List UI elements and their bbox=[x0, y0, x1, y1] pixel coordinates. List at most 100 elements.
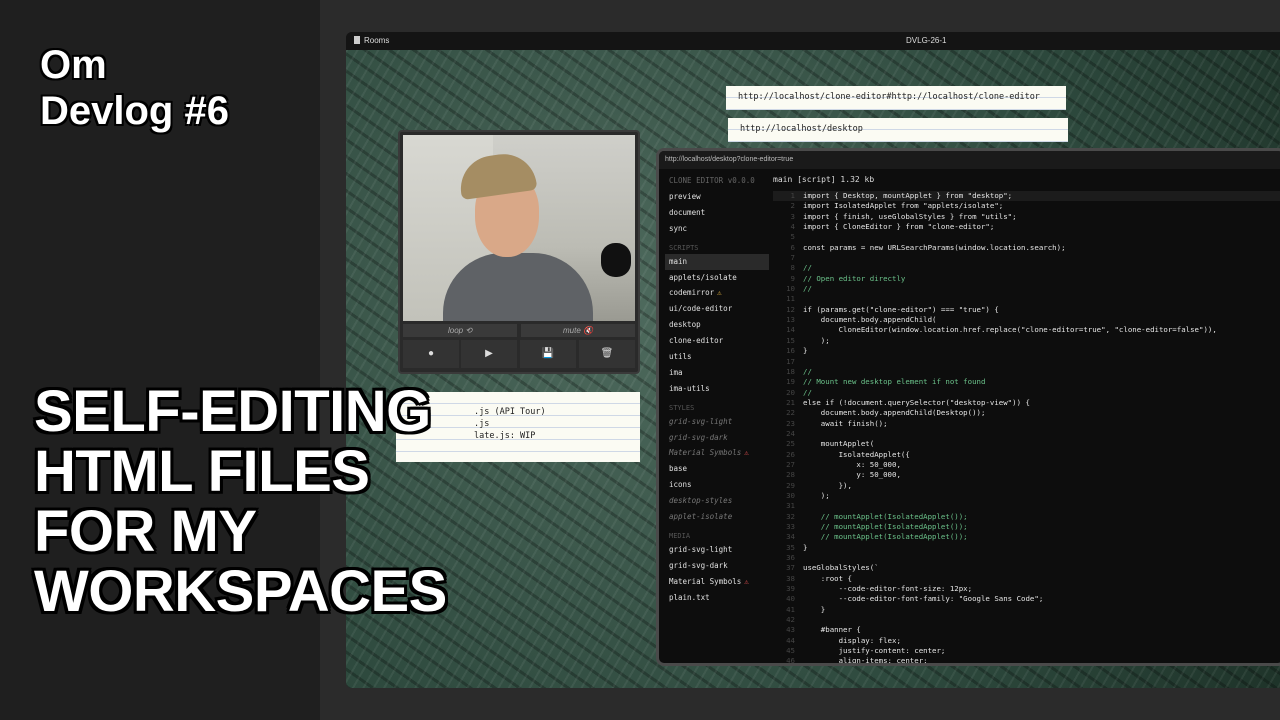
code-line[interactable]: 6 const params = new URLSearchParams(wind… bbox=[773, 243, 1280, 253]
editor-sidebar: CLONE EDITOR v0.0.0 preview document sync S… bbox=[665, 173, 769, 663]
sidebar-item[interactable]: grid-svg-dark bbox=[665, 430, 769, 446]
code-line[interactable]: 8 // bbox=[773, 263, 1280, 273]
sidebar-item[interactable]: ima-utils bbox=[665, 381, 769, 397]
record-button[interactable]: ● bbox=[403, 340, 459, 368]
sidebar-item[interactable]: grid-svg-light bbox=[665, 414, 769, 430]
sidebar-item[interactable]: plain.txt bbox=[665, 590, 769, 606]
sidebar-item-label: grid-svg-dark bbox=[669, 560, 728, 570]
code-line[interactable]: 35} bbox=[773, 543, 1280, 553]
sidebar-item[interactable]: main bbox=[665, 253, 769, 270]
code-line[interactable]: 7 bbox=[773, 253, 1280, 263]
video-recorder-applet[interactable]: loop ⟲ mute 🔇 ● ▶ 💾 🗑 bbox=[398, 130, 640, 374]
sidebar-item[interactable]: utils bbox=[665, 349, 769, 365]
code-line[interactable]: 19 // Mount new desktop element if not fo… bbox=[773, 377, 1280, 387]
code-line[interactable]: 9 // Open editor directly bbox=[773, 274, 1280, 284]
code-line[interactable]: 4 import { CloneEditor } from "clone-edit… bbox=[773, 222, 1280, 232]
sidebar-item[interactable]: Material Symbols ⚠ bbox=[665, 574, 769, 590]
sidebar-item[interactable]: desktop-styles bbox=[665, 493, 769, 509]
code-line[interactable]: 45 justify-content: center; bbox=[773, 646, 1280, 656]
sidebar-item[interactable]: applets/isolate bbox=[665, 270, 769, 286]
code-line[interactable]: 11 bbox=[773, 294, 1280, 304]
line-number: 9 bbox=[790, 273, 795, 283]
code-line[interactable]: 3 import { finish, useGlobalStyles } from… bbox=[773, 212, 1280, 222]
code-line[interactable]: 15 ); bbox=[773, 336, 1280, 346]
sidebar-item[interactable]: applet-isolate bbox=[665, 509, 769, 525]
sidebar-item-label: ima-utils bbox=[669, 383, 710, 393]
code-line[interactable]: 39 --code-editor-font-size: 12px; bbox=[773, 584, 1280, 594]
rooms-menu[interactable]: Rooms bbox=[354, 32, 389, 50]
sidebar-item[interactable]: ui/code-editor bbox=[665, 301, 769, 317]
code-line[interactable]: 25 mountApplet( bbox=[773, 439, 1280, 449]
series-title-line: Om bbox=[40, 43, 107, 87]
sidebar-item[interactable]: preview bbox=[665, 189, 769, 205]
loop-toggle[interactable]: loop ⟲ bbox=[403, 324, 517, 337]
window-title: DVLG-26-1 bbox=[906, 36, 947, 45]
code-line[interactable]: 17 bbox=[773, 357, 1280, 367]
code-line[interactable]: 27 x: 50_000, bbox=[773, 460, 1280, 470]
code-line[interactable]: 22 document.body.appendChild(Desktop()); bbox=[773, 408, 1280, 418]
sidebar-section-scripts: SCRIPTS bbox=[669, 243, 699, 252]
url-note[interactable]: http://localhost/clone-editor#http://loc… bbox=[726, 86, 1066, 110]
code-line[interactable]: 33 // mountApplet(IsolatedApplet()); bbox=[773, 522, 1280, 532]
code-line[interactable]: 21 else if (!document.querySelector("desk… bbox=[773, 398, 1280, 408]
play-icon: ▶ bbox=[485, 348, 493, 359]
line-number: 7 bbox=[790, 253, 795, 263]
code-line[interactable]: 28 y: 50_000, bbox=[773, 470, 1280, 480]
delete-button[interactable]: 🗑 bbox=[579, 340, 635, 368]
code-line[interactable]: 20 // bbox=[773, 388, 1280, 398]
code-text: // bbox=[803, 387, 812, 397]
code-line[interactable]: 34 // mountApplet(IsolatedApplet()); bbox=[773, 532, 1280, 542]
sidebar-item[interactable]: ima bbox=[665, 365, 769, 381]
code-text: ); bbox=[803, 490, 830, 500]
code-line[interactable]: 23 await finish(); bbox=[773, 419, 1280, 429]
sidebar-item[interactable]: sync bbox=[665, 221, 769, 237]
line-number: 16 bbox=[786, 346, 795, 356]
code-line[interactable]: 44 display: flex; bbox=[773, 636, 1280, 646]
code-line[interactable]: 46 align-items: center; bbox=[773, 656, 1280, 663]
sidebar-item[interactable]: document bbox=[665, 205, 769, 221]
code-line[interactable]: 42 bbox=[773, 615, 1280, 625]
code-text: const params = new URLSearchParams(windo… bbox=[803, 242, 1066, 252]
code-line[interactable]: 38 :root { bbox=[773, 574, 1280, 584]
code-line[interactable]: 16} bbox=[773, 346, 1280, 356]
code-line[interactable]: 31 bbox=[773, 501, 1280, 511]
code-line[interactable]: 10 // bbox=[773, 284, 1280, 294]
code-line[interactable]: 24 bbox=[773, 429, 1280, 439]
line-number: 14 bbox=[786, 325, 795, 335]
code-line[interactable]: 1 import { Desktop, mountApplet } from "d… bbox=[773, 191, 1280, 202]
code-line[interactable]: 32 // mountApplet(IsolatedApplet()); bbox=[773, 512, 1280, 522]
url-note[interactable]: http://localhost/desktop bbox=[728, 118, 1068, 142]
sidebar-item[interactable]: clone-editor bbox=[665, 333, 769, 349]
line-number: 21 bbox=[786, 397, 795, 407]
code-editor[interactable]: 1 import { Desktop, mountApplet } from "d… bbox=[773, 191, 1280, 663]
code-line[interactable]: 37 useGlobalStyles(` bbox=[773, 563, 1280, 573]
code-line[interactable]: 40 --code-editor-font-family: "Google Sa… bbox=[773, 594, 1280, 604]
sidebar-item[interactable]: desktop bbox=[665, 317, 769, 333]
sidebar-item[interactable]: codemirror ⚠ bbox=[665, 285, 769, 301]
sidebar-item[interactable]: Material Symbols ⚠ bbox=[665, 445, 769, 461]
code-line[interactable]: 12 if (params.get("clone-editor") === "tr… bbox=[773, 305, 1280, 315]
code-text: import { Desktop, mountApplet } from "de… bbox=[803, 191, 1013, 200]
code-line[interactable]: 2 import IsolatedApplet from "applets/iso… bbox=[773, 201, 1280, 211]
mute-toggle[interactable]: mute 🔇 bbox=[521, 324, 635, 337]
sidebar-item[interactable]: grid-svg-light bbox=[665, 542, 769, 558]
sidebar-item[interactable]: icons bbox=[665, 477, 769, 493]
code-line[interactable]: 18 // bbox=[773, 367, 1280, 377]
code-text: IsolatedApplet({ bbox=[803, 449, 910, 459]
line-number: 12 bbox=[786, 304, 795, 314]
code-line[interactable]: 5 bbox=[773, 232, 1280, 242]
code-line[interactable]: 36 bbox=[773, 553, 1280, 563]
sidebar-item[interactable]: grid-svg-dark bbox=[665, 558, 769, 574]
save-button[interactable]: 💾 bbox=[520, 340, 576, 368]
code-line[interactable]: 43 #banner { bbox=[773, 625, 1280, 635]
code-line[interactable]: 30 ); bbox=[773, 491, 1280, 501]
code-line[interactable]: 13 document.body.appendChild( bbox=[773, 315, 1280, 325]
code-line[interactable]: 26 IsolatedApplet({ bbox=[773, 450, 1280, 460]
sidebar-item[interactable]: base bbox=[665, 461, 769, 477]
editor-url[interactable]: http://localhost/desktop?clone-editor=tr… bbox=[659, 151, 1280, 169]
code-line[interactable]: 29 }), bbox=[773, 481, 1280, 491]
play-button[interactable]: ▶ bbox=[461, 340, 517, 368]
line-number: 38 bbox=[786, 573, 795, 583]
code-line[interactable]: 14 CloneEditor(window.location.href.repl… bbox=[773, 325, 1280, 335]
code-line[interactable]: 41 } bbox=[773, 605, 1280, 615]
